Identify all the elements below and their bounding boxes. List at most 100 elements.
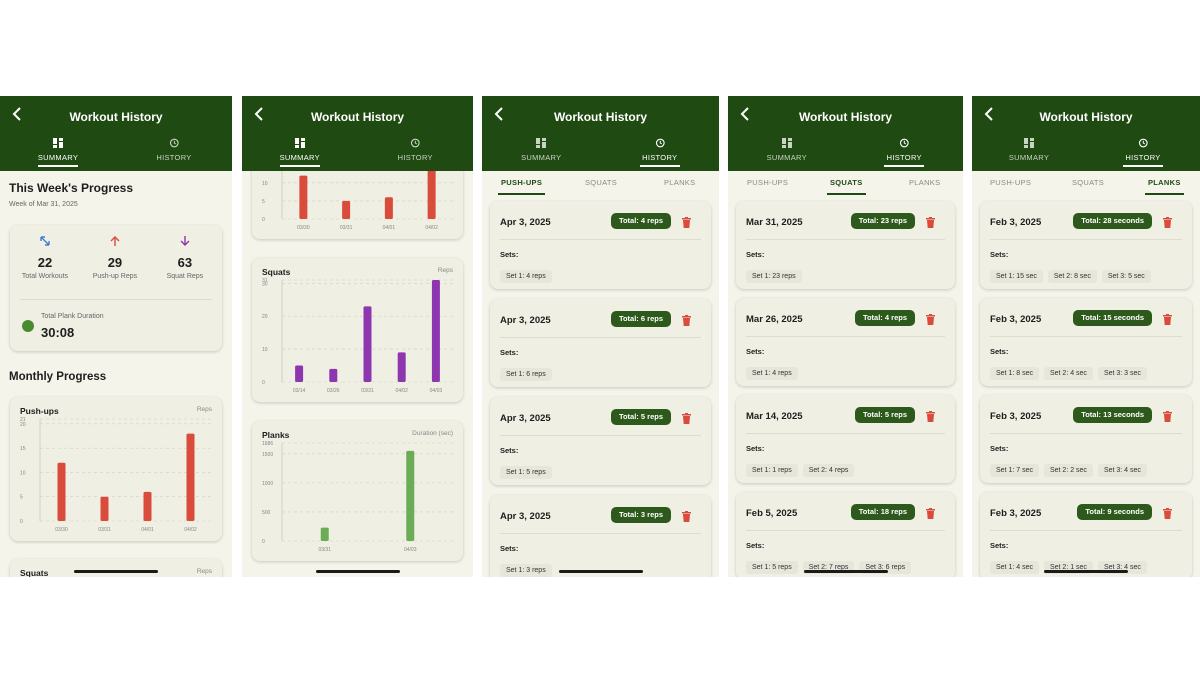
squats-chart-card: Squats Reps 0 10 20 30 31 03/14 03/26 03/31 04/0… xyxy=(252,258,463,402)
set-chips: Set 1: 4 reps xyxy=(746,362,803,380)
set-chip: Set 1: 1 reps xyxy=(746,464,798,477)
set-chip: Set 2: 8 sec xyxy=(1047,270,1097,283)
set-chip: Set 1: 15 sec xyxy=(990,270,1043,283)
chart-unit: Reps xyxy=(196,568,212,575)
trash-icon[interactable] xyxy=(1163,506,1172,519)
x-tick-label: 04/03 xyxy=(404,547,417,553)
y-tick-label: 0 xyxy=(262,380,265,386)
home-indicator[interactable] xyxy=(315,570,400,573)
exercise-subtabs: PUSH-UPS SQUATS PLANKS xyxy=(482,171,719,195)
trash-icon[interactable] xyxy=(926,312,935,325)
subtab-planks[interactable]: PLANKS xyxy=(1145,178,1184,195)
tab-summary[interactable]: SUMMARY xyxy=(728,138,846,162)
trash-icon[interactable] xyxy=(682,411,691,424)
divider xyxy=(746,530,945,531)
weekly-stats-card: 22 Total Workouts 29 Push-up Reps 63 Squ… xyxy=(10,225,222,351)
subtab-planks[interactable]: PLANKS xyxy=(664,178,695,187)
history-clock-icon xyxy=(846,138,964,151)
set-chip: Set 1: 5 reps xyxy=(746,561,798,574)
subtab-pushups[interactable]: PUSH-UPS xyxy=(498,178,546,195)
history-entry-card: Apr 3, 2025 Total: 6 reps Sets: Set 1: 6 re… xyxy=(490,299,711,387)
trash-icon[interactable] xyxy=(682,313,691,326)
divider xyxy=(746,239,945,240)
bar xyxy=(299,175,308,219)
tab-history[interactable]: HISTORY xyxy=(116,138,232,162)
home-indicator[interactable] xyxy=(558,570,643,573)
sets-label: Sets: xyxy=(746,347,765,356)
stat-total-workouts: 22 Total Workouts xyxy=(10,235,80,280)
x-tick-label: 03/31 xyxy=(98,527,111,533)
tab-summary[interactable]: SUMMARY xyxy=(482,138,601,162)
subtab-squats[interactable]: SQUATS xyxy=(827,178,866,195)
y-tick-label: 10 xyxy=(262,347,268,353)
bar xyxy=(427,171,436,219)
entry-date: Mar 31, 2025 xyxy=(746,217,803,228)
trash-icon[interactable] xyxy=(1163,409,1172,422)
entry-date: Feb 3, 2025 xyxy=(990,217,1042,228)
home-indicator[interactable] xyxy=(74,570,158,573)
history-clock-icon xyxy=(116,138,232,151)
tab-history[interactable]: HISTORY xyxy=(601,138,720,167)
trash-icon[interactable] xyxy=(926,506,935,519)
tab-history[interactable]: HISTORY xyxy=(1086,138,1200,167)
entry-date: Apr 3, 2025 xyxy=(500,413,551,424)
set-chip: Set 2: 4 reps xyxy=(802,464,855,477)
history-entry-card: Apr 3, 2025 Total: 5 reps Sets: Set 1: 5 re… xyxy=(490,397,711,485)
trash-icon[interactable] xyxy=(926,409,935,422)
subtab-squats[interactable]: SQUATS xyxy=(585,178,617,187)
subtab-pushups[interactable]: PUSH-UPS xyxy=(990,178,1031,187)
y-tick-label: 10 xyxy=(20,470,26,476)
set-chip: Set 3: 5 sec xyxy=(1101,270,1151,283)
squats-chart-card-peek: Squats Reps xyxy=(10,559,222,577)
divider xyxy=(746,433,945,434)
total-badge: Total: 23 reps xyxy=(850,213,915,229)
tab-summary[interactable]: SUMMARY xyxy=(242,138,358,167)
y-tick-label: 1500 xyxy=(262,452,273,458)
x-tick-label: 03/31 xyxy=(318,547,331,553)
entry-date: Mar 14, 2025 xyxy=(746,411,803,422)
total-badge: Total: 15 seconds xyxy=(1073,310,1152,326)
bar xyxy=(143,491,152,521)
tab-history[interactable]: HISTORY xyxy=(846,138,964,167)
bar xyxy=(295,365,304,382)
tab-summary[interactable]: SUMMARY xyxy=(0,138,116,167)
trash-icon[interactable] xyxy=(682,509,691,522)
subtab-squats[interactable]: SQUATS xyxy=(1072,178,1104,187)
total-badge: Total: 28 seconds xyxy=(1073,213,1152,229)
trash-icon[interactable] xyxy=(926,215,935,228)
set-chip: Set 1: 4 reps xyxy=(500,270,552,283)
y-tick-label: 20 xyxy=(262,314,268,320)
y-tick-label: 21 xyxy=(20,417,26,423)
y-tick-label: 31 xyxy=(262,278,268,284)
trash-icon[interactable] xyxy=(682,215,691,228)
sets-label: Sets: xyxy=(990,444,1009,453)
stat-pushup-reps: 29 Push-up Reps xyxy=(80,235,150,280)
page-title: Workout History xyxy=(310,110,405,124)
subtab-pushups[interactable]: PUSH-UPS xyxy=(747,178,788,187)
total-badge: Total: 3 reps xyxy=(610,507,671,523)
history-entry-card: Feb 3, 2025 Total: 9 seconds Sets: Set 1: 4… xyxy=(980,492,1192,577)
trash-icon[interactable] xyxy=(1163,312,1172,325)
total-badge: Total: 9 seconds xyxy=(1077,504,1152,520)
sets-label: Sets: xyxy=(500,544,519,553)
chart-title: Squats xyxy=(20,568,49,577)
home-indicator[interactable] xyxy=(1044,570,1128,573)
monthly-heading: Monthly Progress xyxy=(9,371,107,383)
x-tick-label: 03/31 xyxy=(340,225,353,231)
sets-label: Sets: xyxy=(990,250,1009,259)
set-chip: Set 1: 3 reps xyxy=(500,564,552,577)
divider xyxy=(746,336,945,337)
subtab-planks[interactable]: PLANKS xyxy=(909,178,940,187)
home-indicator[interactable] xyxy=(803,570,888,573)
tab-summary[interactable]: SUMMARY xyxy=(972,138,1086,162)
history-squats-screen: Workout History SUMMARY HISTORY PUSH-UPS… xyxy=(728,96,963,577)
set-chip: Set 1: 7 sec xyxy=(990,464,1039,477)
y-tick-label: 500 xyxy=(262,510,271,516)
tab-history[interactable]: HISTORY xyxy=(358,138,474,162)
set-chip: Set 1: 23 reps xyxy=(746,270,802,283)
tab-history-label: HISTORY xyxy=(1125,153,1161,162)
x-tick-label: 03/31 xyxy=(361,388,374,394)
tab-summary-label: SUMMARY xyxy=(766,153,807,162)
bar xyxy=(329,368,338,382)
trash-icon[interactable] xyxy=(1163,215,1172,228)
